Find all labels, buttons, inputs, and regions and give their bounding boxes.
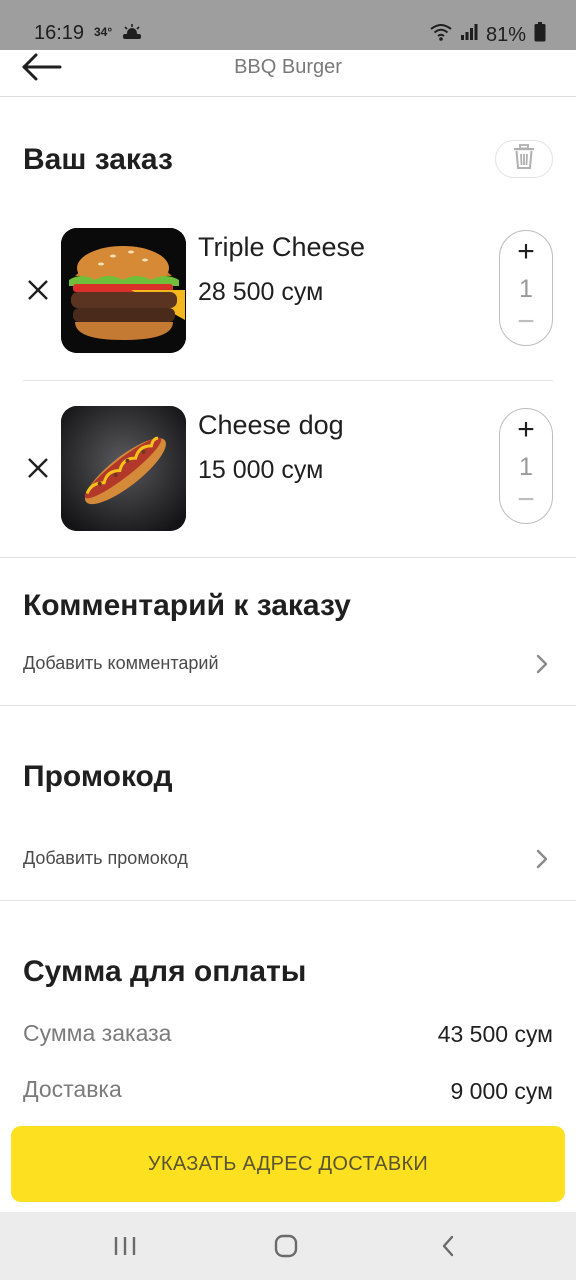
item-price: 28 500 сум [198,278,324,306]
quantity-stepper: + 1 − [499,230,553,346]
item-divider [23,380,553,381]
order-sum-label: Сумма заказа [23,1020,172,1046]
increase-quantity-button[interactable]: + [500,237,552,267]
comment-section-title: Комментарий к заказу [23,589,351,622]
decrease-quantity-button[interactable]: − [500,307,552,337]
trash-icon [513,143,535,175]
set-delivery-address-button[interactable]: УКАЗАТЬ АДРЕС ДОСТАВКИ [11,1126,565,1202]
section-divider [0,557,576,558]
battery-icon [534,22,546,48]
add-promo-row[interactable]: Добавить промокод [23,840,553,880]
add-promo-label: Добавить промокод [23,848,188,868]
delivery-label: Доставка [23,1076,122,1102]
wifi-icon [430,23,452,47]
delivery-value: 9 000 сум [450,1078,553,1104]
add-comment-label: Добавить комментарий [23,653,219,673]
status-icons: 81% [430,22,546,48]
section-divider [0,705,576,706]
home-icon[interactable] [266,1232,306,1260]
burger-image[interactable] [61,228,186,353]
promo-section-title: Промокод [23,760,173,793]
chevron-right-icon [535,653,549,675]
remove-item-icon[interactable] [26,456,50,480]
clear-cart-button[interactable] [495,140,553,178]
add-comment-row[interactable]: Добавить комментарий [23,645,553,685]
back-icon[interactable] [428,1232,468,1260]
item-name: Triple Cheese [198,232,366,262]
section-divider [0,900,576,901]
decrease-quantity-button[interactable]: − [500,485,552,515]
recent-apps-icon[interactable] [105,1232,145,1260]
order-section-title: Ваш заказ [23,143,173,176]
item-price: 15 000 сум [198,456,324,484]
app-bar: BBQ Burger [0,50,576,97]
quantity-value: 1 [519,453,533,481]
status-bar: 16:19 34° 81% [0,0,576,50]
remove-item-icon[interactable] [26,278,50,302]
status-time: 16:19 [34,22,85,44]
page-title: BBQ Burger [234,56,342,78]
system-nav-bar [0,1212,576,1280]
increase-quantity-button[interactable]: + [500,415,552,445]
cart-item: Cheese dog 15 000 сум + 1 − [0,398,576,558]
summary-section-title: Сумма для оплаты [23,955,307,988]
hotdog-image[interactable] [61,406,186,531]
battery-percent: 81% [485,23,526,46]
quantity-stepper: + 1 − [499,408,553,524]
quantity-value: 1 [519,275,533,303]
cart-item: Triple Cheese 28 500 сум + 1 − [0,220,576,380]
status-temperature: 34° [94,25,113,39]
sun-cloud-icon [122,24,142,45]
item-name: Cheese dog [198,410,344,440]
chevron-right-icon [535,848,549,870]
order-sum-value: 43 500 сум [437,1021,553,1047]
signal-icon [460,23,478,47]
